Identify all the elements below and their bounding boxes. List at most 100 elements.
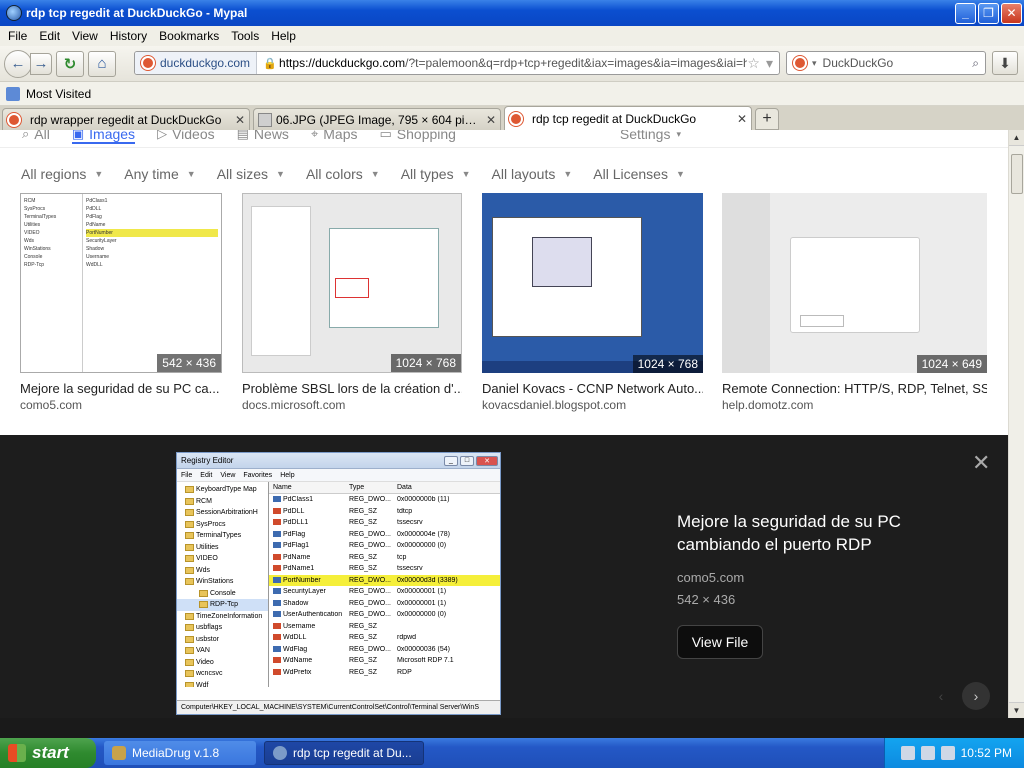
value-type: REG_DWO...: [349, 599, 392, 607]
tab-images-label: Images: [89, 130, 136, 142]
chevron-down-icon: ▾: [676, 130, 681, 139]
tab-close-icon[interactable]: ✕: [737, 112, 747, 126]
filter-time[interactable]: Any time ▼: [124, 166, 195, 182]
image-result[interactable]: RCM SysProcs TerminalTypes Utilities VIDEO Wd…: [20, 193, 222, 412]
filter-type[interactable]: All types ▼: [401, 166, 471, 182]
result-thumbnail[interactable]: 1024 × 649: [722, 193, 987, 373]
tab-rdp-tcp-regedit[interactable]: rdp tcp regedit at DuckDuckGo ✕: [504, 106, 752, 130]
image-result[interactable]: 1024 × 768 Daniel Kovacs - CCNP Network …: [482, 193, 703, 412]
security-icon[interactable]: [940, 746, 955, 760]
tab-close-icon[interactable]: ✕: [235, 113, 245, 127]
bookmark-star-icon[interactable]: ☆: [747, 55, 760, 72]
settings-label: Settings: [619, 130, 671, 142]
home-button[interactable]: ⌂: [88, 50, 116, 77]
menu-file[interactable]: File: [2, 29, 33, 43]
regedit-value-row: PdName REG_SZ tcp: [269, 552, 500, 564]
reload-button[interactable]: ↻: [56, 50, 84, 77]
url-bar[interactable]: duckduckgo.com 🔒 https://duckduckgo.com/…: [134, 51, 780, 75]
filter-color[interactable]: All colors ▼: [306, 166, 380, 182]
magnifier-icon[interactable]: ⌕: [972, 56, 979, 71]
back-button[interactable]: ←: [4, 49, 32, 78]
tab-all[interactable]: ⌕ All: [22, 130, 50, 142]
tab-jpeg-image[interactable]: 06.JPG (JPEG Image, 795 × 604 pixels) - …: [253, 108, 501, 130]
tab-shopping[interactable]: ▭ Shopping: [380, 130, 456, 142]
chevron-right-icon: ›: [973, 688, 979, 704]
col-name-header: Name: [273, 484, 292, 491]
menu-bookmarks[interactable]: Bookmarks: [153, 29, 225, 43]
download-arrow-icon: ⬇: [999, 54, 1011, 71]
filter-license[interactable]: All Licenses ▼: [593, 166, 685, 182]
result-title[interactable]: Remote Connection: HTTP/S, RDP, Telnet, …: [722, 381, 987, 396]
next-image-button[interactable]: ›: [962, 682, 990, 710]
detail-image[interactable]: Registry Editor _ □ ✕ File Edit View Fav…: [176, 452, 501, 715]
regedit-close-icon: ✕: [476, 455, 498, 466]
filter-size[interactable]: All sizes ▼: [217, 166, 285, 182]
value-data: 0x0000000b (11): [397, 496, 450, 504]
tab-rdp-wrapper[interactable]: rdp wrapper regedit at DuckDuckGo ✕: [2, 108, 250, 130]
image-result[interactable]: 1024 × 768 Problème SBSL lors de la créa…: [242, 193, 462, 412]
folder-icon: [185, 566, 194, 574]
folder-icon: [185, 543, 194, 551]
menu-history[interactable]: History: [104, 29, 153, 43]
minimize-button[interactable]: _: [955, 2, 976, 24]
image-result[interactable]: 1024 × 649 Remote Connection: HTTP/S, RD…: [722, 193, 987, 412]
site-identity-label: duckduckgo.com: [160, 56, 251, 70]
result-dimensions: 1024 × 649: [916, 355, 987, 373]
taskbar-item-browser[interactable]: rdp tcp regedit at Du...: [264, 741, 424, 765]
value-name: PdFlag1: [283, 542, 310, 550]
regedit-tree-label: RDP-Tcp: [210, 601, 239, 609]
result-thumbnail[interactable]: 1024 × 768: [482, 193, 703, 373]
value-type: REG_DWO...: [349, 542, 392, 550]
downloads-button[interactable]: ⬇: [992, 51, 1018, 75]
result-title[interactable]: Daniel Kovacs - CCNP Network Auto...: [482, 381, 703, 396]
search-bar[interactable]: ▾ DuckDuckGo ⌕: [786, 51, 986, 75]
close-window-button[interactable]: ✕: [1001, 2, 1022, 24]
prev-image-button[interactable]: ‹: [927, 682, 955, 710]
taskbar-item-mediadrug[interactable]: MediaDrug v.1.8: [104, 741, 256, 765]
maximize-button[interactable]: ❐: [978, 2, 999, 24]
scroll-down-icon[interactable]: ▼: [1009, 702, 1024, 718]
regedit-tree-item: usbstor: [177, 634, 268, 646]
search-engine-icon[interactable]: [793, 56, 807, 70]
scroll-thumb[interactable]: [1011, 154, 1023, 194]
view-file-button[interactable]: View File: [677, 625, 763, 659]
tab-close-icon[interactable]: ✕: [486, 113, 496, 127]
value-data: 0x00000001 (1): [397, 599, 447, 607]
regedit-statusbar: Computer\HKEY_LOCAL_MACHINE\SYSTEM\Curre…: [177, 700, 500, 714]
forward-button[interactable]: →: [30, 52, 52, 75]
result-title[interactable]: Mejore la seguridad de su PC ca...: [20, 381, 222, 396]
menu-view[interactable]: View: [66, 29, 104, 43]
result-title[interactable]: Problème SBSL lors de la création d'...: [242, 381, 462, 396]
vertical-scrollbar[interactable]: ▲ ▼: [1008, 130, 1024, 718]
tab-news[interactable]: ▤ News: [237, 130, 289, 142]
url-text[interactable]: https://duckduckgo.com/?t=palemoon&q=rdp…: [279, 56, 747, 70]
filter-region[interactable]: All regions ▼: [21, 166, 103, 182]
regedit-tree-label: SysProcs: [196, 520, 226, 528]
clock[interactable]: 10:52 PM: [961, 746, 1012, 760]
tab-images[interactable]: ▣ Images: [71, 130, 136, 144]
start-button[interactable]: start: [0, 738, 96, 768]
filter-layout[interactable]: All layouts ▼: [492, 166, 573, 182]
most-visited-bookmark[interactable]: Most Visited: [26, 87, 91, 101]
regedit-value-row: PdDLL REG_SZ tdtcp: [269, 506, 500, 518]
url-dropdown-icon[interactable]: ▾: [766, 55, 773, 72]
menu-help[interactable]: Help: [265, 29, 302, 43]
menu-edit[interactable]: Edit: [33, 29, 66, 43]
scroll-up-icon[interactable]: ▲: [1009, 130, 1024, 146]
network-icon[interactable]: [920, 746, 935, 760]
result-thumbnail[interactable]: RCM SysProcs TerminalTypes Utilities VIDEO Wd…: [20, 193, 222, 373]
menu-tools[interactable]: Tools: [225, 29, 265, 43]
tab-videos[interactable]: ▷ Videos: [157, 130, 215, 142]
keyboard-icon[interactable]: [900, 746, 915, 760]
start-label: start: [32, 743, 69, 762]
value-type: REG_DWO...: [349, 645, 392, 653]
settings-dropdown[interactable]: Settings ▾: [620, 130, 686, 142]
col-type-header: Type: [349, 484, 365, 491]
filter-label: All Licenses: [593, 166, 668, 182]
result-thumbnail[interactable]: 1024 × 768: [242, 193, 462, 373]
new-tab-button[interactable]: +: [755, 108, 779, 130]
close-detail-icon[interactable]: ✕: [972, 452, 990, 474]
tab-maps[interactable]: ⌖ Maps: [311, 130, 358, 142]
detail-source[interactable]: como5.com: [677, 570, 744, 585]
site-identity-button[interactable]: duckduckgo.com: [135, 52, 258, 74]
